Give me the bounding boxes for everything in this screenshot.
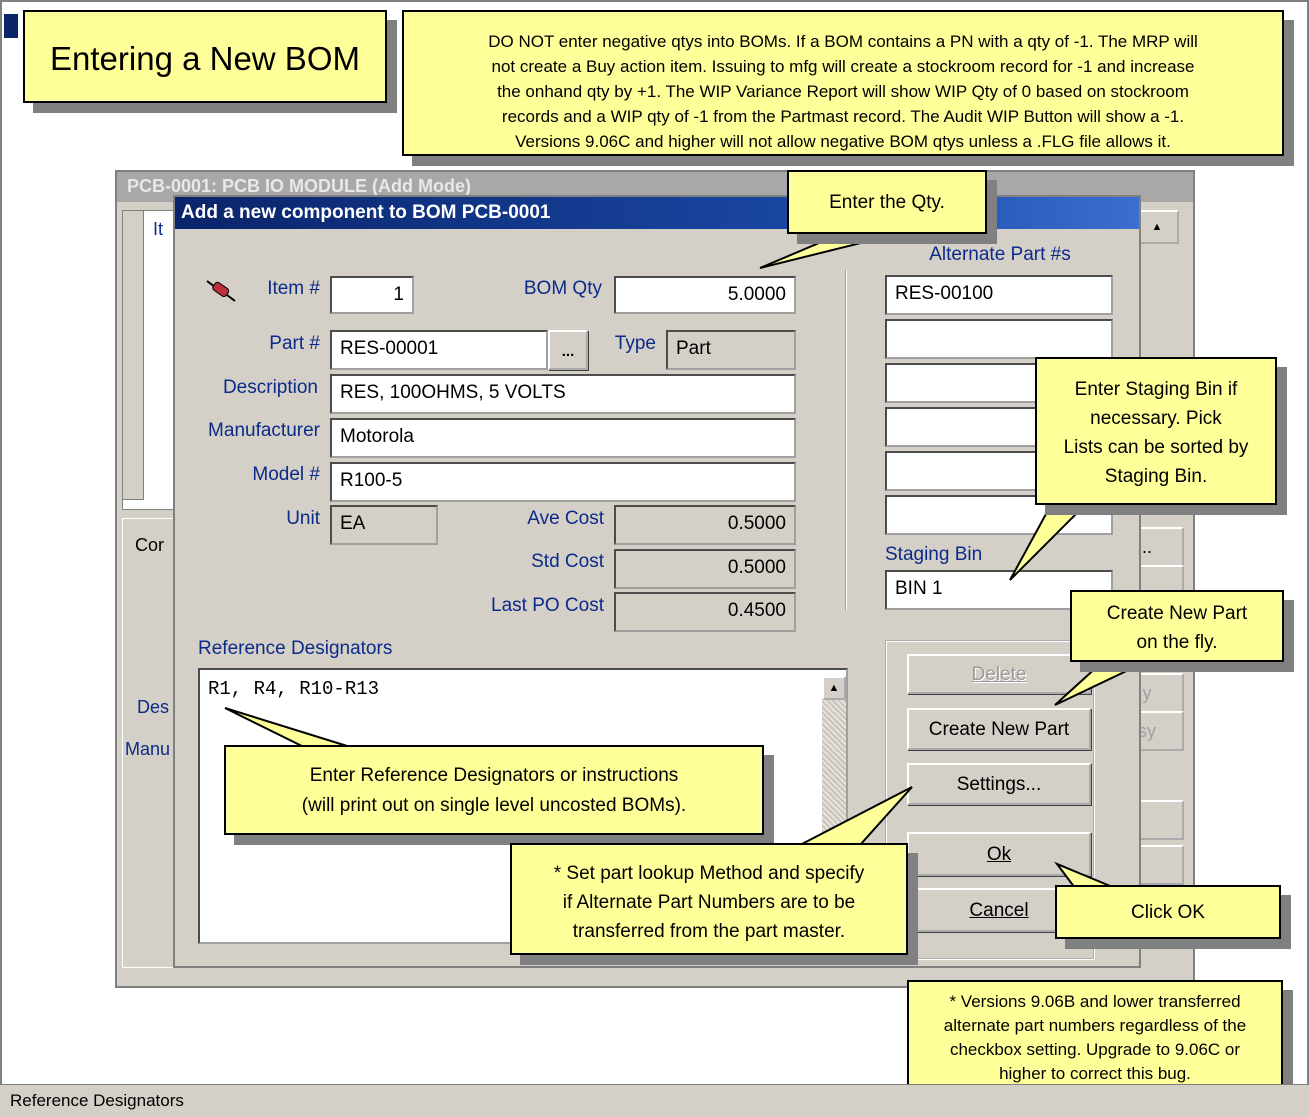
versions-note-callout: * Versions 9.06B and lower transferred a… <box>907 980 1283 1092</box>
ref-scroll-up-icon[interactable]: ▲ <box>822 676 846 700</box>
alternate-parts-label: Alternate Part #s <box>929 244 1071 265</box>
versions-line-2: alternate part numbers regardless of the <box>943 1016 1247 1035</box>
model-label: Model # <box>252 464 320 485</box>
status-bar: Reference Designators <box>0 1084 1309 1117</box>
app-titlebar <box>4 14 18 38</box>
manufacturer-label: Manufacturer <box>208 420 320 441</box>
type-label: Type <box>614 333 656 354</box>
staging-bin-label: Staging Bin <box>885 544 983 565</box>
delete-button-label: Delete <box>971 664 1027 685</box>
last-po-cost-field: 0.4500 <box>614 592 796 632</box>
bom-qty-label: BOM Qty <box>523 278 602 299</box>
settings-line-1: * Set part lookup Method and specify <box>553 863 865 884</box>
bom-panel-label-1: Cor <box>135 535 165 555</box>
bom-panel-label-2: Des <box>137 697 170 717</box>
bom-panel-label-3: Manu <box>125 739 171 759</box>
std-cost-field: 0.5000 <box>614 549 796 589</box>
alternate-part-field-2[interactable] <box>885 319 1113 359</box>
ok-button[interactable]: Ok <box>907 832 1091 876</box>
alternate-part-field-1[interactable]: RES-00100 <box>885 275 1113 315</box>
warning-line-3: the onhand qty by +1. The WIP Variance R… <box>497 82 1189 101</box>
settings-line-2: if Alternate Part Numbers are to be <box>562 892 856 913</box>
bom-grid-col-label: It <box>153 219 164 239</box>
delete-button[interactable]: Delete <box>907 654 1091 694</box>
versions-line-3: checkbox setting. Upgrade to 9.06C or <box>949 1040 1241 1059</box>
ave-cost-field: 0.5000 <box>614 505 796 545</box>
warning-line-4: records and a WIP qty of -1 from the Par… <box>501 107 1185 126</box>
warning-line-2: not create a Buy action item. Issuing to… <box>491 57 1195 76</box>
settings-button[interactable]: Settings... <box>907 763 1091 805</box>
std-cost-label: Std Cost <box>531 551 604 572</box>
cancel-button-label: Cancel <box>969 900 1029 921</box>
item-label: Item # <box>267 278 320 299</box>
dialog-title: Add a new component to BOM PCB-0001 <box>175 197 1139 229</box>
click-ok-callout: Click OK <box>1055 885 1281 939</box>
refdes-line-2: (will print out on single level uncosted… <box>301 795 687 816</box>
manufacturer-field[interactable]: Motorola <box>330 418 796 458</box>
item-number-field[interactable]: 1 <box>330 276 414 314</box>
dialog-separator <box>845 270 847 610</box>
create-part-line-2: on the fly. <box>1136 632 1218 653</box>
part-number-field[interactable]: RES-00001 <box>330 330 548 370</box>
settings-callout: * Set part lookup Method and specify if … <box>510 843 908 955</box>
description-field[interactable]: RES, 100OHMS, 5 VOLTS <box>330 374 796 414</box>
create-part-line-1: Create New Part <box>1106 603 1248 624</box>
description-label: Description <box>222 377 318 398</box>
part-label: Part # <box>269 333 320 354</box>
create-new-part-button[interactable]: Create New Part <box>907 708 1091 750</box>
versions-line-4: higher to correct this bug. <box>999 1064 1191 1083</box>
warning-line-1: DO NOT enter negative qtys into BOMs. If… <box>488 32 1198 51</box>
ave-cost-label: Ave Cost <box>527 508 604 529</box>
versions-line-1: * Versions 9.06B and lower transferred <box>949 992 1241 1011</box>
staging-bin-callout: Enter Staging Bin if necessary. Pick Lis… <box>1035 357 1277 505</box>
enter-qty-callout: Enter the Qty. <box>787 170 987 234</box>
reference-designators-callout: Enter Reference Designators or instructi… <box>224 745 764 835</box>
refdes-line-1: Enter Reference Designators or instructi… <box>309 765 679 786</box>
staging-line-4: Staging Bin. <box>1104 466 1208 487</box>
scroll-up-icon[interactable]: ▲ <box>1135 210 1179 244</box>
reference-designators-label: Reference Designators <box>198 638 393 659</box>
staging-line-3: Lists can be sorted by <box>1063 437 1249 458</box>
last-po-cost-label: Last PO Cost <box>491 595 604 616</box>
type-field: Part <box>666 330 796 370</box>
model-field[interactable]: R100-5 <box>330 462 796 502</box>
create-new-part-callout: Create New Part on the fly. <box>1070 590 1284 662</box>
unit-label: Unit <box>286 508 320 529</box>
negative-qty-warning-callout: DO NOT enter negative qtys into BOMs. If… <box>402 10 1284 156</box>
staging-line-2: necessary. Pick <box>1090 408 1222 429</box>
ok-button-label: Ok <box>986 844 1012 865</box>
staging-line-1: Enter Staging Bin if <box>1074 379 1238 400</box>
warning-line-5: Versions 9.06C and higher will not allow… <box>515 132 1171 151</box>
unit-field: EA <box>330 505 438 545</box>
title-callout: Entering a New BOM <box>23 10 387 103</box>
part-lookup-button[interactable]: ... <box>548 330 588 370</box>
settings-line-3: transferred from the part master. <box>572 921 846 942</box>
bom-qty-field[interactable]: 5.0000 <box>614 276 796 314</box>
resistor-icon <box>206 280 236 302</box>
